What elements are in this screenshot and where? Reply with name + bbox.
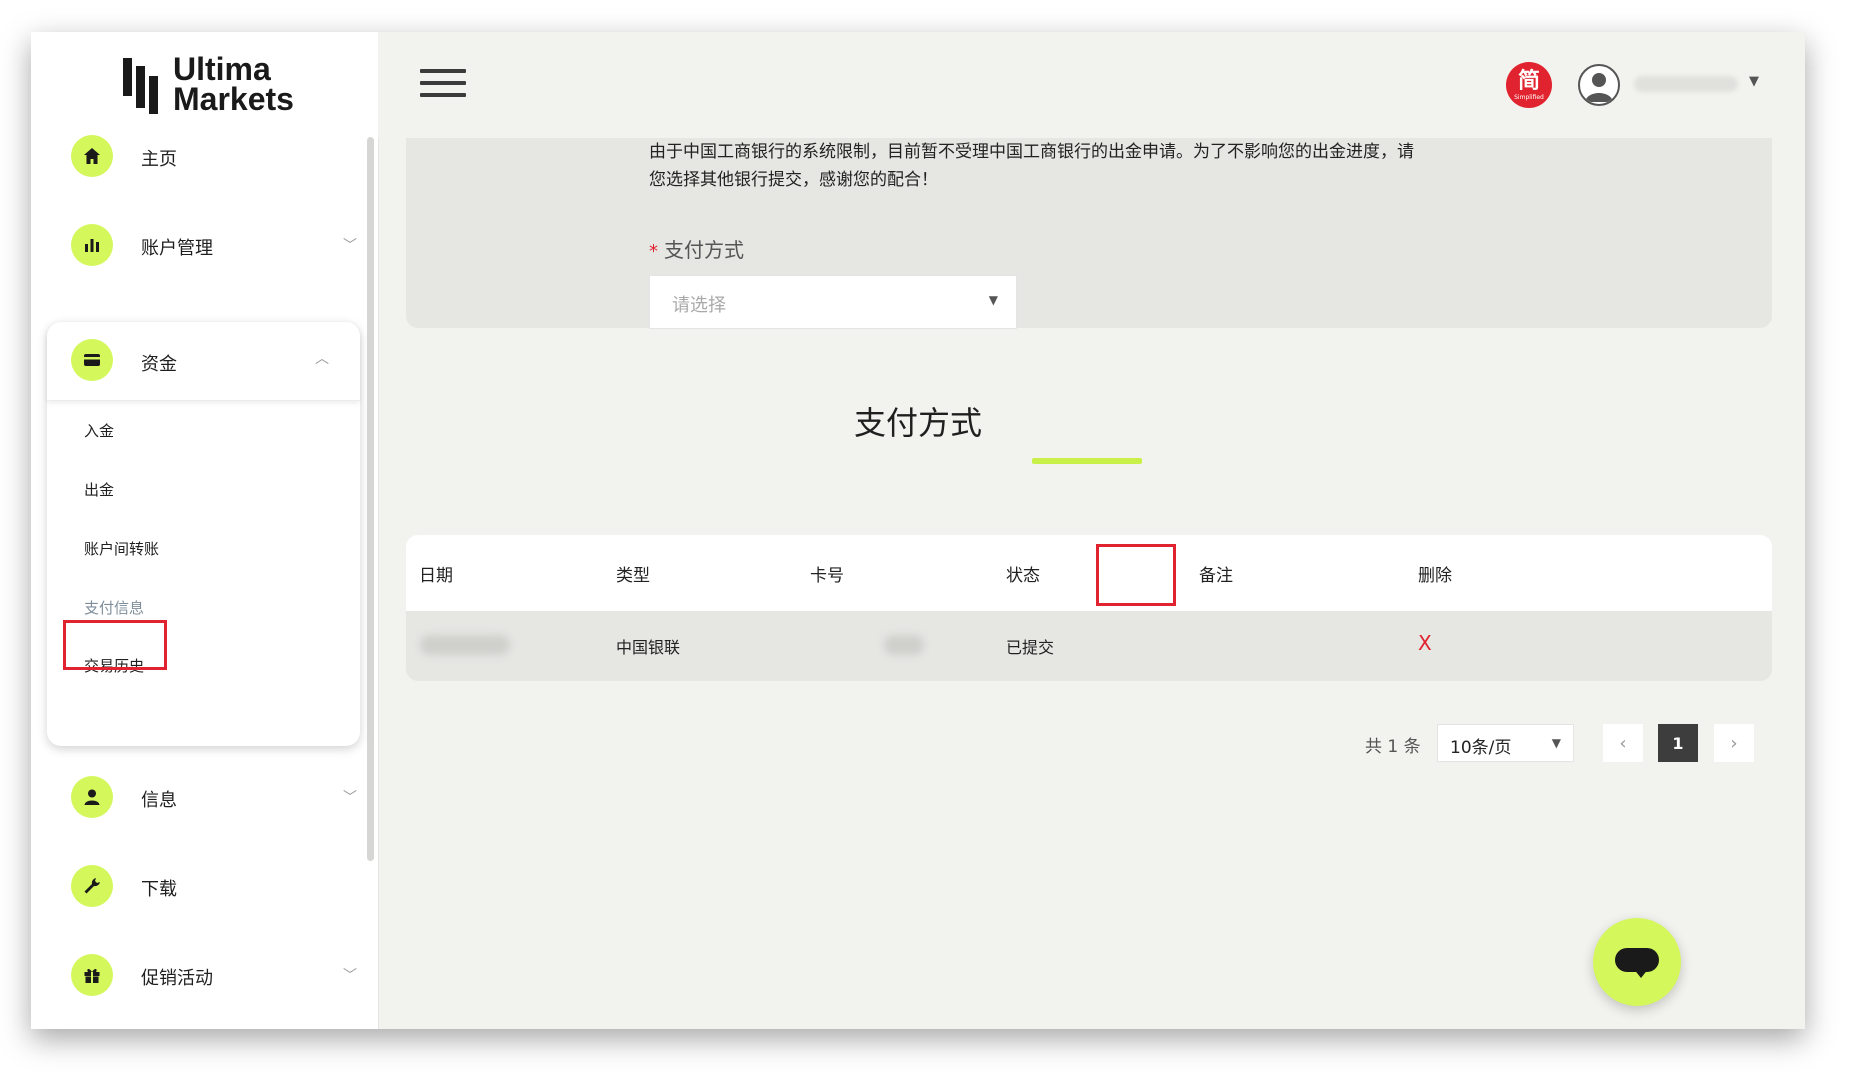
required-mark: * (649, 241, 658, 262)
sidebar-item-label: 信息 (141, 790, 177, 811)
chevron-down-icon: ﹀ (343, 968, 357, 984)
username-redacted (1634, 76, 1738, 92)
brand-logo[interactable]: Ultima Markets (121, 51, 301, 124)
sidebar-group-funds: 资金 ︿ 入金 出金 账户间转账 支付信息 交易历史 (47, 322, 360, 746)
highlight-box-status (1096, 544, 1176, 606)
app-window: Ultima Markets 主页 账户管理 ﹀ 资金 ︿ 入金 出金 账户间转… (31, 32, 1805, 1029)
sidebar-subitem-withdraw[interactable]: 出金 (84, 479, 114, 500)
column-header-card-number: 卡号 (810, 566, 844, 586)
table-header-row: 日期 类型 卡号 状态 备注 删除 (406, 535, 1772, 611)
payment-method-select[interactable]: 请选择 ▼ (649, 275, 1017, 329)
table-row: 中国银联 已提交 X (406, 611, 1772, 681)
notice-text: 由于中国工商银行的系统限制，目前暂不受理中国工商银行的出金申请。为了不影响您的出… (649, 138, 1579, 194)
chat-button[interactable] (1593, 918, 1681, 1006)
sidebar-subitem-payment-info[interactable]: 支付信息 (84, 597, 144, 618)
title-underline (1032, 458, 1142, 464)
notice-line: 您选择其他银行提交，感谢您的配合！ (649, 170, 938, 190)
sidebar-item-funds[interactable]: 资金 ︿ (47, 322, 360, 401)
sidebar-item-label: 主页 (141, 149, 177, 170)
column-header-delete: 删除 (1418, 566, 1452, 586)
caret-down-icon: ▼ (1551, 736, 1561, 750)
cell-status: 已提交 (1006, 638, 1055, 657)
language-badge-label: 简 (1517, 68, 1540, 94)
chat-icon-tail (1633, 968, 1649, 978)
chevron-up-icon: ︿ (315, 351, 329, 367)
delete-button[interactable]: X (1418, 631, 1432, 655)
notice-line: 由于中国工商银行的系统限制，目前暂不受理中国工商银行的出金申请。为了不影响您的出… (649, 142, 1414, 162)
brand-name: Ultima Markets (173, 51, 294, 117)
card-icon (71, 339, 113, 381)
payment-method-form: 由于中国工商银行的系统限制，目前暂不受理中国工商银行的出金申请。为了不影响您的出… (406, 138, 1772, 329)
sidebar-item-download[interactable]: 下载 (71, 856, 381, 916)
column-header-status: 状态 (1006, 566, 1040, 586)
avatar[interactable] (1578, 64, 1620, 106)
top-header: 简 Simplified ▼ (378, 32, 1805, 138)
home-icon (71, 135, 113, 177)
user-icon (71, 776, 113, 818)
sidebar-item-label: 资金 (141, 354, 177, 375)
select-placeholder: 请选择 (672, 295, 726, 316)
sidebar-item-promotions[interactable]: 促销活动 ﹀ (71, 945, 381, 1005)
sidebar: Ultima Markets 主页 账户管理 ﹀ 资金 ︿ 入金 出金 账户间转… (31, 32, 379, 1029)
page-size-select[interactable]: 10条/页 ▼ (1437, 724, 1574, 762)
next-page-button[interactable]: › (1714, 724, 1754, 762)
chevron-down-icon: ﹀ (343, 790, 357, 806)
column-header-date: 日期 (419, 566, 453, 586)
logo-mark-icon (123, 58, 158, 114)
card-number-redacted (884, 635, 924, 655)
date-redacted (420, 635, 510, 655)
sidebar-item-home[interactable]: 主页 (71, 126, 381, 186)
column-header-type: 类型 (616, 566, 650, 586)
bar-chart-icon (71, 224, 113, 266)
payment-methods-table: 日期 类型 卡号 状态 备注 删除 中国银联 已提交 X (406, 535, 1772, 681)
language-badge-sublabel: Simplified (1514, 93, 1544, 101)
payment-method-label: * 支付方式 (649, 234, 744, 263)
caret-down-icon[interactable]: ▼ (1749, 74, 1759, 89)
page-size-value: 10条/页 (1450, 738, 1512, 758)
sidebar-item-info[interactable]: 信息 ﹀ (71, 767, 381, 827)
user-avatar-icon (1585, 73, 1613, 102)
column-header-remark: 备注 (1199, 566, 1233, 586)
sidebar-item-account-management[interactable]: 账户管理 ﹀ (71, 215, 381, 275)
highlight-box-payment-info (63, 620, 167, 670)
sidebar-item-label: 账户管理 (141, 238, 213, 259)
caret-down-icon: ▼ (988, 293, 998, 307)
menu-icon[interactable] (420, 69, 466, 103)
sidebar-subitem-transfer[interactable]: 账户间转账 (84, 538, 159, 559)
section-title: 支付方式 (853, 404, 982, 442)
pagination-total: 共 1 条 (1365, 737, 1421, 757)
gift-icon (71, 954, 113, 996)
payment-method-label-text: 支付方式 (664, 238, 744, 262)
brand-line2: Markets (173, 81, 294, 117)
chevron-down-icon: ﹀ (343, 238, 357, 254)
brand-line1: Ultima (173, 51, 271, 87)
sidebar-item-label: 促销活动 (141, 968, 213, 989)
page-number-button[interactable]: 1 (1658, 724, 1698, 762)
sidebar-item-label: 下载 (141, 879, 177, 900)
language-switch-button[interactable]: 简 Simplified (1506, 62, 1552, 108)
cell-type: 中国银联 (616, 638, 681, 657)
wrench-icon (71, 865, 113, 907)
prev-page-button[interactable]: ‹ (1603, 724, 1643, 762)
